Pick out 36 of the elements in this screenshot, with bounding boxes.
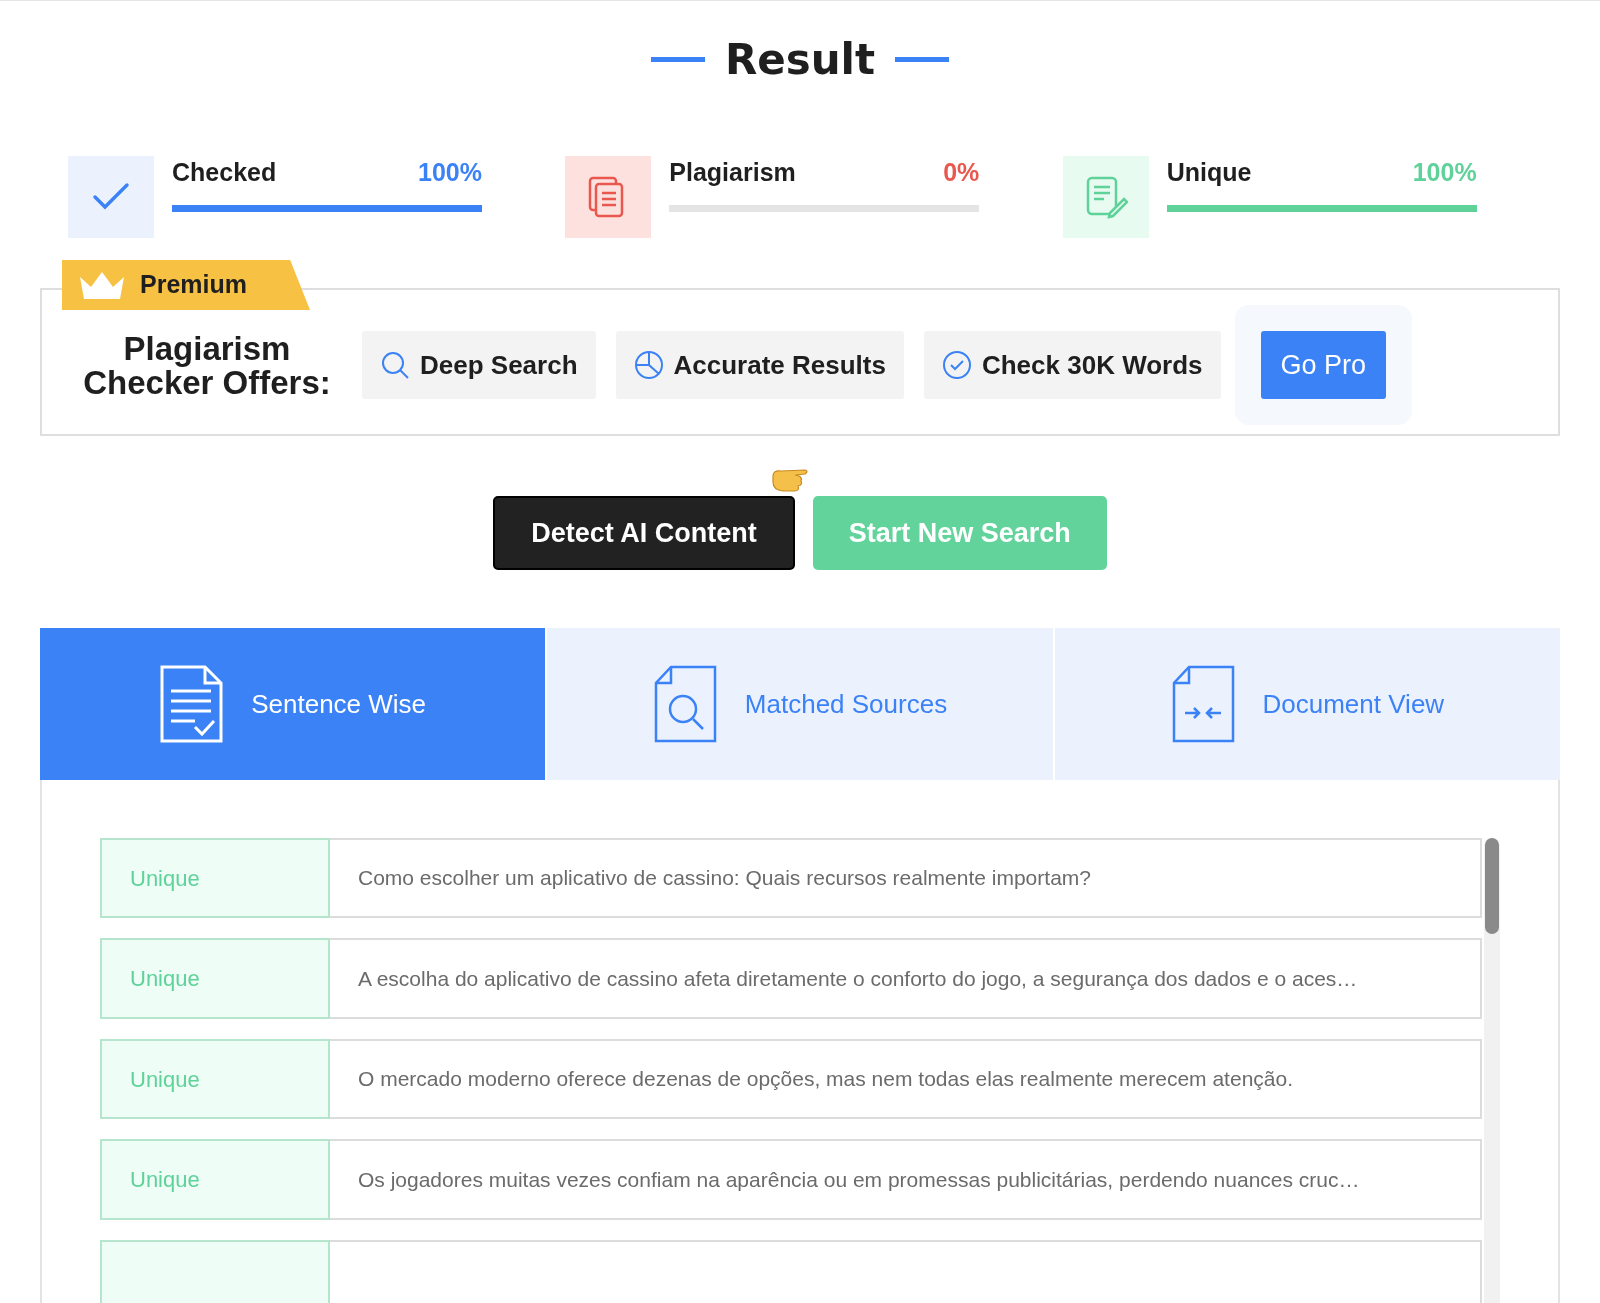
document-arrows-icon xyxy=(1170,665,1237,743)
feature-label: Accurate Results xyxy=(673,348,886,382)
status-cell: Unique xyxy=(100,1038,330,1120)
status-cell: Unique xyxy=(100,838,330,919)
feature-label: Deep Search xyxy=(420,348,578,382)
view-tab[interactable]: Matched Sources xyxy=(547,628,1053,780)
sentence-cell: O mercado moderno oferece dezenas de opções, mas nem todas elas realmente merecem atenção. xyxy=(330,1038,1482,1120)
checkmark-icon xyxy=(68,156,154,238)
offers-heading: Plagiarism Checker Offers: xyxy=(82,332,332,400)
document-pencil-icon xyxy=(1062,156,1149,238)
document-check-icon xyxy=(159,665,226,743)
feature-label: Check 30K Words xyxy=(981,348,1203,382)
premium-label: Premium xyxy=(140,269,247,301)
stat-value: 100% xyxy=(1412,157,1477,189)
sentence-cell: Os jogadores muitas vezes confiam na aparência ou em promessas publicitárias, perdendo nuances cruc… xyxy=(330,1139,1482,1220)
stat-label: Unique xyxy=(1166,157,1252,189)
search-icon xyxy=(380,350,410,380)
documents-icon xyxy=(565,156,652,238)
pie-chart-icon xyxy=(633,350,664,380)
pointing-hand-icon xyxy=(770,466,811,494)
stat-label: Plagiarism xyxy=(669,157,796,189)
action-button[interactable]: Start New Search xyxy=(812,496,1107,570)
stat-value: 0% xyxy=(943,157,980,189)
sentence-cell: Como escolher um aplicativo de cassino: Quais recursos realmente importam? xyxy=(330,838,1482,919)
status-cell: Unique xyxy=(100,938,330,1019)
status-cell: Unique xyxy=(100,1139,330,1220)
view-tab[interactable]: Sentence Wise xyxy=(40,628,546,780)
go-pro-button[interactable]: Go Pro xyxy=(1260,331,1387,399)
page-title: Result xyxy=(724,33,876,86)
scrollbar-thumb[interactable] xyxy=(1485,838,1499,934)
document-search-icon xyxy=(652,665,719,743)
stat-value: 100% xyxy=(418,157,482,189)
sentence-cell: A escolha do aplicativo de cassino afeta diretamente o conforto do jogo, a segurança dos dados e o aces… xyxy=(330,938,1482,1019)
check-circle-icon xyxy=(941,350,972,380)
view-tab[interactable]: Document View xyxy=(1054,628,1560,780)
stat-label: Checked xyxy=(172,157,277,189)
